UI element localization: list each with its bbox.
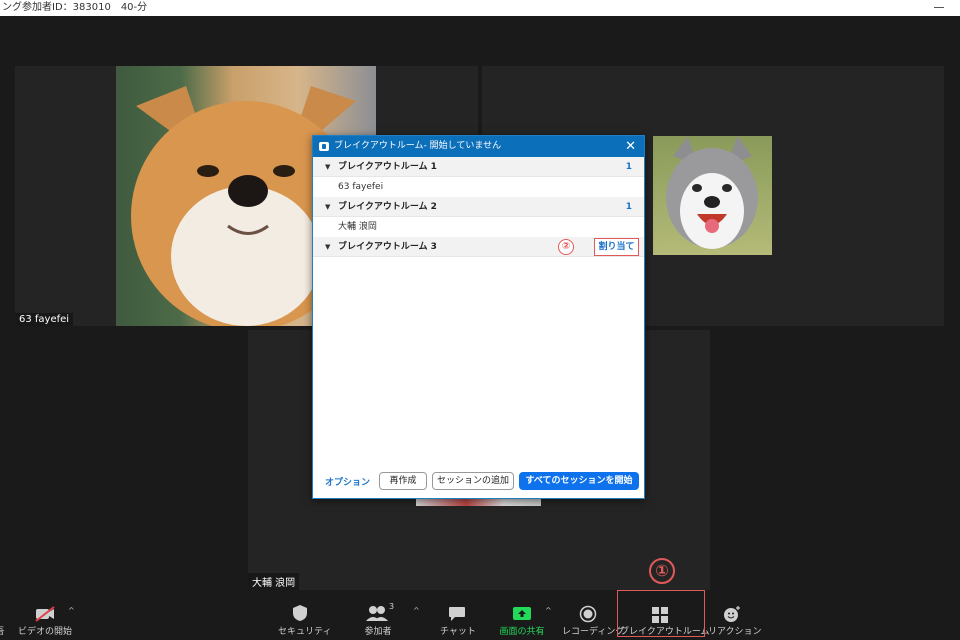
caret-down-icon[interactable]: ▼ [325, 197, 330, 217]
reaction-button[interactable]: リアクション [708, 600, 762, 640]
share-screen-label: 画面の共有 [499, 627, 545, 637]
meeting-toolbar: 吾 ビデオの開始 ^ セキュリティ 3 参加者 ^ [0, 600, 960, 640]
video-label: ビデオの開始 [18, 627, 73, 637]
participants-icon: 3 [358, 600, 398, 624]
step-1-annotation: ① [649, 558, 675, 584]
room-count: 1 [625, 162, 632, 172]
emoji-plus-icon [708, 600, 756, 624]
window-titlebar: ング参加者ID：383010 40-分 [0, 0, 960, 16]
room-label: ブレイクアウトルーム 2 [338, 202, 437, 212]
breakout-highlight-box [617, 590, 705, 637]
record-icon [562, 600, 614, 624]
room-label: ブレイクアウトルーム 3 [338, 242, 437, 252]
chat-icon [440, 600, 474, 624]
breakout-room-3[interactable]: ▼ ブレイクアウトルーム 3 ② 割り当て [313, 237, 644, 257]
close-icon[interactable]: ✕ [625, 136, 636, 157]
caret-down-icon[interactable]: ▼ [325, 157, 330, 177]
breakout-room-dialog: ブレイクアウトルーム- 開始していません ✕ ▼ ブレイクアウトルーム 1 1 … [312, 135, 645, 499]
zoom-camera-icon [319, 142, 329, 151]
participants-caret-icon[interactable]: ^ [413, 606, 420, 615]
step-2-annotation: ② [558, 239, 574, 255]
dialog-title: ブレイクアウトルーム- 開始していません [334, 141, 502, 151]
start-all-sessions-button[interactable]: すべてのセッションを開始 [519, 472, 639, 490]
participant-name: 大輔 浪岡 [248, 573, 300, 590]
add-session-button[interactable]: セッションの追加 [432, 472, 514, 490]
shield-icon [278, 600, 322, 624]
participants-label: 参加者 [364, 627, 392, 637]
window-title: ング参加者ID：383010 40-分 [2, 2, 148, 13]
chat-label: チャット [440, 627, 476, 637]
minimize-icon[interactable] [934, 7, 944, 8]
participant-name: 63 fayefei [15, 313, 74, 326]
share-screen-button[interactable]: 画面の共有 [497, 600, 547, 640]
recording-label: レコーディング [562, 627, 625, 637]
share-screen-icon [497, 600, 547, 624]
security-button[interactable]: セキュリティ [278, 600, 332, 640]
recording-button[interactable]: レコーディング [562, 600, 625, 640]
share-caret-icon[interactable]: ^ [545, 606, 552, 615]
participants-button[interactable]: 3 参加者 [358, 600, 398, 640]
room-member[interactable]: 大輔 浪岡 [313, 217, 644, 237]
recreate-button[interactable]: 再作成 [379, 472, 427, 490]
room-label: ブレイクアウトルーム 1 [338, 162, 437, 172]
audio-button[interactable]: 吾 [0, 600, 6, 640]
breakout-room-2[interactable]: ▼ ブレイクアウトルーム 2 1 [313, 197, 644, 217]
assign-button[interactable]: 割り当て [594, 238, 639, 256]
options-link[interactable]: オプション [325, 475, 370, 488]
start-video-button[interactable]: ビデオの開始 [18, 600, 72, 640]
caret-down-icon[interactable]: ▼ [325, 237, 330, 257]
chat-button[interactable]: チャット [440, 600, 476, 640]
room-member[interactable]: 63 fayefei [313, 177, 644, 197]
room-count: 1 [625, 202, 632, 212]
dialog-footer: オプション 再作成 セッションの追加 すべてのセッションを開始 [313, 468, 644, 498]
husky-dog-video [653, 136, 772, 255]
participants-count: 3 [389, 602, 395, 611]
dialog-header: ブレイクアウトルーム- 開始していません ✕ [313, 136, 644, 157]
security-label: セキュリティ [278, 627, 332, 637]
video-off-icon [18, 600, 72, 624]
breakout-room-1[interactable]: ▼ ブレイクアウトルーム 1 1 [313, 157, 644, 177]
audio-label: 吾 [0, 624, 6, 637]
reaction-label: リアクション [708, 627, 762, 637]
video-caret-icon[interactable]: ^ [68, 606, 75, 615]
